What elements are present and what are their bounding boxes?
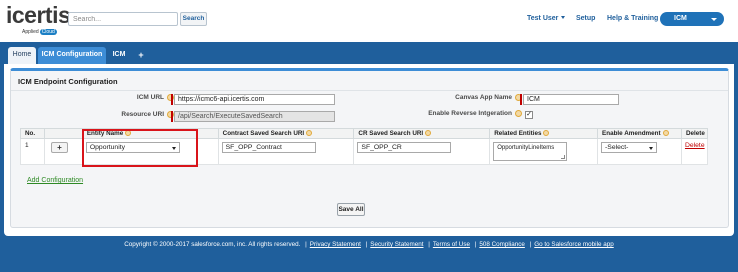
chevron-down-icon — [561, 16, 566, 19]
contract-saved-search-field[interactable]: SF_OPP_Contract — [221, 142, 316, 153]
app-switcher-label: ICM — [674, 15, 687, 22]
resource-uri-field: /api/Search/ExecuteSavedSearch — [174, 111, 335, 122]
setup-link[interactable]: Setup — [576, 15, 595, 22]
related-entities-value: OpportunityLineItems — [497, 145, 555, 151]
delete-link[interactable]: Delete — [685, 142, 705, 149]
508-compliance-link[interactable]: 508 Compliance — [479, 241, 525, 248]
col-header-related: Related Entities — [489, 128, 599, 139]
footer-separator: | — [474, 241, 477, 248]
related-entities-textarea[interactable]: OpportunityLineItems — [493, 142, 568, 161]
logo-tagline-text: Applied — [22, 29, 39, 35]
resource-uri-label: Resource URI — [121, 111, 164, 118]
icm-url-field[interactable]: https://icmc6-api.icertis.com — [174, 94, 335, 105]
panel-title: ICM Endpoint Configuration — [18, 77, 118, 86]
delete-cell: Delete — [680, 138, 709, 165]
row-number: 1 — [20, 138, 45, 165]
canvas-app-name-field[interactable]: ICM — [523, 94, 619, 105]
col-header-contract-uri: Contract Saved Search URI — [217, 128, 355, 139]
add-row-button[interactable]: + — [50, 142, 68, 153]
col-header-delete: Delete — [680, 128, 709, 139]
global-header: icertis AppliedCloud Search Test User Se… — [0, 0, 738, 42]
logo-wordmark: icertis — [6, 2, 71, 28]
help-icon[interactable] — [125, 130, 132, 136]
tab-bar: Home ICM Configuration ICM + — [0, 42, 738, 64]
mobile-app-link[interactable]: Go to Salesforce mobile app — [534, 241, 613, 248]
copyright-text: Copyright © 2000-2017 salesforce.com, in… — [124, 241, 301, 248]
enable-amendment-select[interactable]: -Select- — [601, 142, 658, 153]
dropdown-arrow-icon — [171, 146, 176, 150]
help-icon[interactable] — [306, 130, 313, 136]
user-menu[interactable]: Test User — [527, 15, 566, 22]
help-training-link[interactable]: Help & Training — [607, 15, 658, 22]
cr-uri-cell: SF_OPP_CR — [353, 138, 491, 165]
table-header-row: No. Entity Name Contract Saved Search UR… — [20, 128, 709, 139]
tab-home[interactable]: Home — [8, 47, 36, 64]
add-configuration-link[interactable]: Add Configuration — [27, 177, 83, 184]
required-indicator — [171, 94, 173, 105]
footer-separator: | — [305, 241, 307, 248]
col-header-amendment: Enable Amendment — [597, 128, 682, 139]
col-header-entity: Entity Name — [81, 128, 219, 139]
entity-name-value: Opportunity — [89, 144, 125, 151]
related-cell: OpportunityLineItems — [489, 138, 599, 165]
col-header-no: No. — [20, 128, 45, 139]
icertis-logo[interactable]: icertis Applied Cloud — [6, 3, 71, 35]
icm-url-label: ICM URL — [136, 94, 164, 101]
security-statement-link[interactable]: Security Statement — [370, 241, 423, 248]
cr-saved-search-field[interactable]: SF_OPP_CR — [357, 142, 452, 153]
main-content: ICM Endpoint Configuration ICM URL https… — [4, 64, 734, 236]
col-header-amendment-label: Enable Amendment — [602, 130, 661, 137]
save-all-button[interactable]: Save All — [337, 203, 365, 216]
help-icon[interactable] — [515, 110, 522, 117]
col-header-cr-uri-label: CR Saved Search URI — [358, 130, 424, 137]
required-indicator — [171, 111, 173, 122]
reverse-integration-label: Enable Reverse Intgeration — [428, 110, 512, 117]
footer-separator: | — [365, 241, 368, 248]
all-tabs-plus-icon[interactable]: + — [134, 47, 148, 64]
col-header-related-label: Related Entities — [494, 130, 542, 137]
reverse-integration-checkbox[interactable]: ✓ — [525, 111, 533, 119]
enable-amendment-value: -Select- — [605, 144, 629, 151]
privacy-statement-link[interactable]: Privacy Statement — [310, 241, 361, 248]
required-indicator — [520, 94, 522, 105]
resize-grip-icon[interactable] — [561, 155, 566, 159]
help-icon[interactable] — [662, 130, 669, 136]
logo-tagline: Applied Cloud — [22, 29, 57, 35]
page-footer: Copyright © 2000-2017 salesforce.com, in… — [0, 241, 738, 248]
terms-of-use-link[interactable]: Terms of Use — [433, 241, 470, 248]
entity-cell: Opportunity — [81, 138, 219, 165]
tab-icm[interactable]: ICM — [108, 47, 130, 64]
entity-config-table: No. Entity Name Contract Saved Search UR… — [20, 128, 709, 165]
footer-separator: | — [529, 241, 532, 248]
help-icon[interactable] — [543, 130, 550, 136]
chevron-down-icon — [711, 17, 717, 21]
footer-separator: | — [428, 241, 430, 248]
add-cell: + — [43, 138, 83, 165]
search-button[interactable]: Search — [180, 12, 207, 26]
help-icon[interactable] — [425, 130, 432, 136]
canvas-app-name-label: Canvas App Name — [455, 94, 512, 101]
entity-name-select[interactable]: Opportunity — [85, 142, 180, 153]
col-header-entity-label: Entity Name — [86, 130, 124, 137]
tab-icm-configuration[interactable]: ICM Configuration — [38, 47, 106, 64]
contract-uri-cell: SF_OPP_Contract — [217, 138, 355, 165]
logo-cloud-badge: Cloud — [39, 29, 57, 35]
amendment-cell: -Select- — [597, 138, 682, 165]
user-menu-label: Test User — [527, 15, 559, 22]
panel-divider — [11, 90, 728, 91]
dropdown-arrow-icon — [649, 146, 654, 150]
search-input[interactable] — [68, 12, 178, 26]
col-header-add — [43, 128, 83, 139]
col-header-cr-uri: CR Saved Search URI — [353, 128, 491, 139]
col-header-contract-uri-label: Contract Saved Search URI — [222, 130, 305, 137]
app-switcher[interactable]: ICM — [660, 12, 724, 26]
table-row: 1 + Opportunity SF_OPP_Contract SF_OPP_C… — [20, 138, 709, 165]
